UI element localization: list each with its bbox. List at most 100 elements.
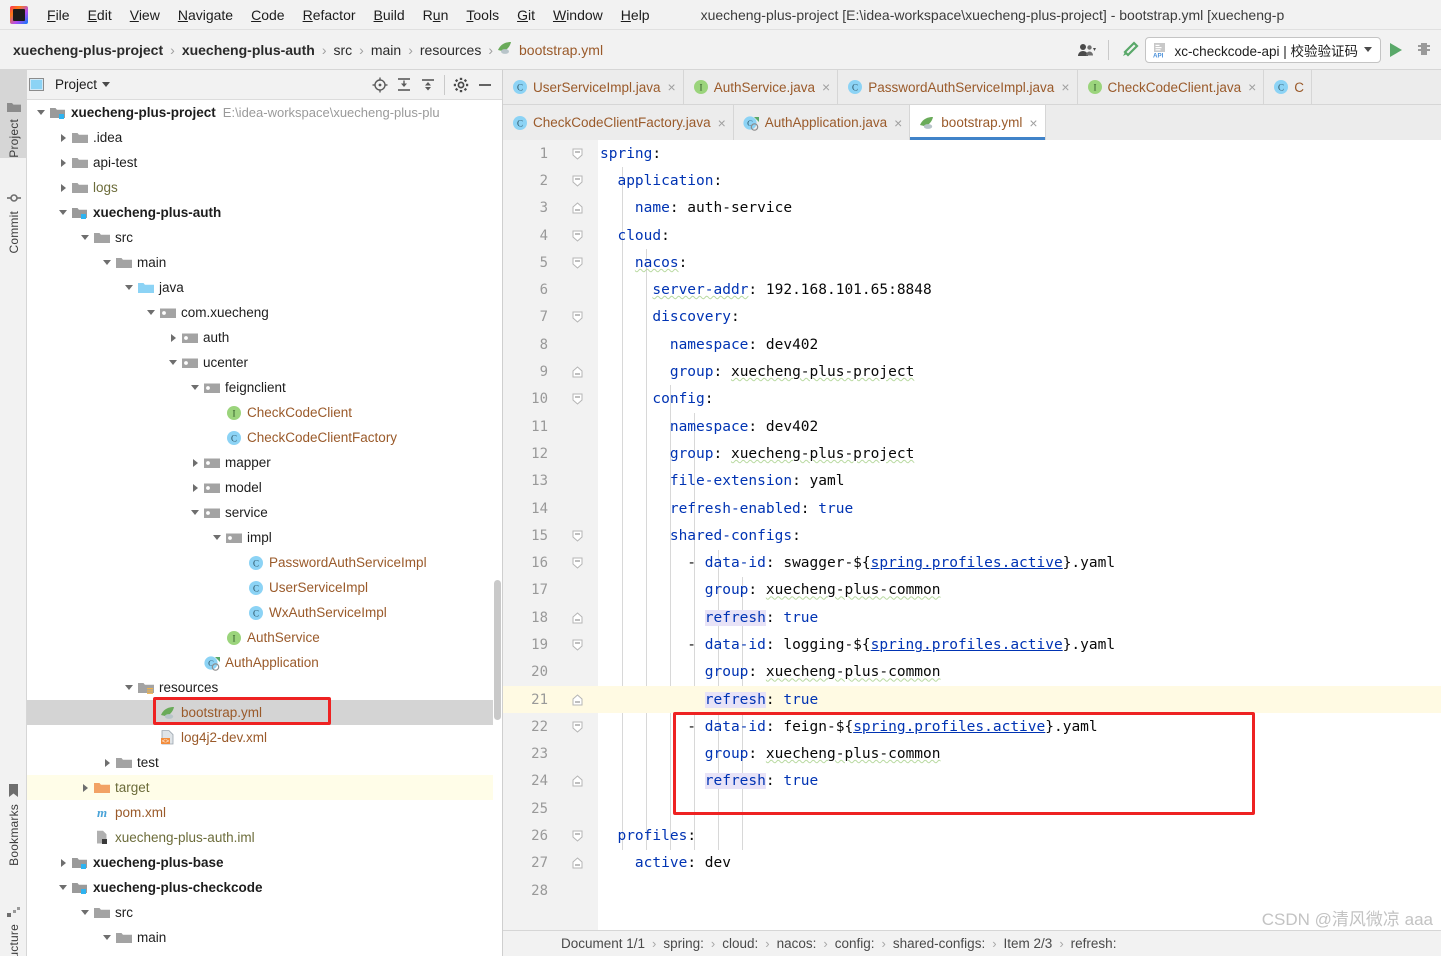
code-line[interactable]: 22 - data-id: feign-${spring.profiles.ac…	[503, 713, 1441, 740]
menu-navigate[interactable]: Navigate	[169, 4, 242, 26]
chevron-down-icon[interactable]	[143, 305, 159, 321]
fold-start-icon[interactable]	[571, 530, 583, 542]
tree-node-model[interactable]: model	[27, 475, 502, 500]
collapse-all-icon[interactable]	[417, 74, 439, 96]
tree-node-logs[interactable]: logs	[27, 175, 502, 200]
fold-end-icon[interactable]	[571, 366, 583, 378]
scroll-from-source-icon[interactable]	[369, 74, 391, 96]
status-item[interactable]: Document 1/1	[561, 936, 645, 951]
tree-node-xuecheng-plus-project[interactable]: xuecheng-plus-project E:\idea-workspace\x…	[27, 100, 502, 125]
chevron-down-icon[interactable]	[165, 355, 181, 371]
code-line[interactable]: 7 discovery:	[503, 304, 1441, 331]
tree-node-wxauthserviceimpl[interactable]: C WxAuthServiceImpl	[27, 600, 502, 625]
code-line[interactable]: 20 group: xuecheng-plus-common	[503, 659, 1441, 686]
tree-node-src[interactable]: src	[27, 900, 502, 925]
code-line[interactable]: 15 shared-configs:	[503, 522, 1441, 549]
tree-node-checkcodeclientfactory[interactable]: C CheckCodeClientFactory	[27, 425, 502, 450]
stripe-button-project[interactable]: Project	[0, 70, 27, 158]
fold-start-icon[interactable]	[571, 830, 583, 842]
code-line[interactable]: 5 nacos:	[503, 249, 1441, 276]
run-button[interactable]	[1383, 37, 1409, 63]
chevron-down-icon[interactable]	[121, 680, 137, 696]
fold-start-icon[interactable]	[571, 257, 583, 269]
breadcrumb-item-src[interactable]: src	[331, 41, 356, 59]
fold-start-icon[interactable]	[571, 148, 583, 160]
code-line[interactable]: 6 server-addr: 192.168.101.65:8848	[503, 276, 1441, 303]
fold-start-icon[interactable]	[571, 639, 583, 651]
breadcrumb-item-xuecheng-plus-project[interactable]: xuecheng-plus-project	[10, 41, 166, 59]
code-line[interactable]: 3 name: auth-service	[503, 195, 1441, 222]
tree-node-main[interactable]: main	[27, 250, 502, 275]
tree-node-impl[interactable]: impl	[27, 525, 502, 550]
tree-node-authapplication[interactable]: C AuthApplication	[27, 650, 502, 675]
status-item[interactable]: nacos:	[777, 936, 817, 951]
code-line[interactable]: 8 namespace: dev402	[503, 331, 1441, 358]
code-line[interactable]: 28	[503, 877, 1441, 904]
breadcrumb-item-main[interactable]: main	[368, 41, 404, 59]
fold-start-icon[interactable]	[571, 311, 583, 324]
close-icon[interactable]: ×	[1061, 80, 1069, 94]
code-lines[interactable]: 1 spring: 2 application: 3 name: auth-servi…	[503, 140, 1441, 904]
breadcrumb-item-xuecheng-plus-auth[interactable]: xuecheng-plus-auth	[179, 41, 318, 59]
editor-tab-authapplication-java[interactable]: C AuthApplication.java ×	[733, 105, 911, 140]
code-line[interactable]: 26 profiles:	[503, 822, 1441, 849]
hide-panel-icon[interactable]	[474, 74, 496, 96]
close-icon[interactable]: ×	[668, 80, 676, 94]
chevron-right-icon[interactable]	[55, 155, 71, 171]
status-item[interactable]: refresh:	[1071, 936, 1117, 951]
project-tree-scrollbar[interactable]	[493, 100, 502, 956]
code-line[interactable]: 18 refresh: true	[503, 604, 1441, 631]
chevron-right-icon[interactable]	[55, 180, 71, 196]
tree-node-passwordauthserviceimpl[interactable]: C PasswordAuthServiceImpl	[27, 550, 502, 575]
editor-tab-userserviceimpl-java[interactable]: C UserServiceImpl.java ×	[503, 70, 684, 104]
tree-node-pom-xml[interactable]: m pom.xml	[27, 800, 502, 825]
breadcrumb-item-resources[interactable]: resources	[417, 41, 484, 59]
tree-node-authservice[interactable]: I AuthService	[27, 625, 502, 650]
code-editor[interactable]: 1 spring: 2 application: 3 name: auth-servi…	[503, 140, 1441, 956]
project-tree[interactable]: xuecheng-plus-project E:\idea-workspace\x…	[27, 100, 502, 956]
editor-tab-bootstrap-yml[interactable]: bootstrap.yml ×	[910, 105, 1046, 140]
code-line[interactable]: 10 config:	[503, 386, 1441, 413]
menu-refactor[interactable]: Refactor	[294, 4, 365, 26]
close-icon[interactable]: ×	[822, 80, 830, 94]
tree-node-xuecheng-plus-checkcode[interactable]: xuecheng-plus-checkcode	[27, 875, 502, 900]
more-actions-icon[interactable]	[1411, 37, 1437, 63]
code-line[interactable]: 2 application:	[503, 167, 1441, 194]
chevron-down-icon[interactable]	[187, 380, 203, 396]
tree-node-userserviceimpl[interactable]: C UserServiceImpl	[27, 575, 502, 600]
chevron-down-icon[interactable]	[99, 255, 115, 271]
editor-tab-checkcodeclientfactory-java[interactable]: C CheckCodeClientFactory.java ×	[503, 105, 734, 140]
tree-node-java[interactable]: java	[27, 275, 502, 300]
chevron-down-icon[interactable]	[99, 930, 115, 946]
chevron-down-icon[interactable]	[77, 905, 93, 921]
editor-tab-passwordauthserviceimpl-java[interactable]: C PasswordAuthServiceImpl.java ×	[838, 70, 1078, 104]
tree-node-xuecheng-plus-auth[interactable]: xuecheng-plus-auth	[27, 200, 502, 225]
tree-node-xuecheng-plus-base[interactable]: xuecheng-plus-base	[27, 850, 502, 875]
close-icon[interactable]: ×	[1029, 116, 1037, 130]
tree-node-mapper[interactable]: mapper	[27, 450, 502, 475]
chevron-down-icon[interactable]	[33, 105, 49, 121]
tree-node-test[interactable]: test	[27, 750, 502, 775]
code-line[interactable]: 9 group: xuecheng-plus-project	[503, 358, 1441, 385]
user-accounts-icon[interactable]	[1074, 37, 1100, 63]
menu-code[interactable]: Code	[242, 4, 293, 26]
chevron-right-icon[interactable]	[55, 130, 71, 146]
chevron-down-icon[interactable]	[77, 230, 93, 246]
code-line[interactable]: 12 group: xuecheng-plus-project	[503, 440, 1441, 467]
code-line[interactable]: 19 - data-id: logging-${spring.profiles.…	[503, 631, 1441, 658]
menu-help[interactable]: Help	[612, 4, 659, 26]
stripe-button-structure[interactable]: Structure	[0, 870, 27, 956]
fold-start-icon[interactable]	[571, 721, 583, 733]
close-icon[interactable]: ×	[894, 116, 902, 130]
close-icon[interactable]: ×	[718, 116, 726, 130]
menu-view[interactable]: View	[121, 4, 169, 26]
editor-tab-authservice-java[interactable]: I AuthService.java ×	[683, 70, 839, 104]
chevron-down-icon[interactable]	[121, 280, 137, 296]
stripe-button-bookmarks[interactable]: Bookmarks	[0, 750, 27, 866]
build-hammer-icon[interactable]	[1117, 37, 1143, 63]
tree-node-src[interactable]: src	[27, 225, 502, 250]
fold-end-icon[interactable]	[571, 857, 583, 869]
menu-git[interactable]: Git	[508, 4, 544, 26]
tree-node-service[interactable]: service	[27, 500, 502, 525]
code-line[interactable]: 27 active: dev	[503, 850, 1441, 877]
